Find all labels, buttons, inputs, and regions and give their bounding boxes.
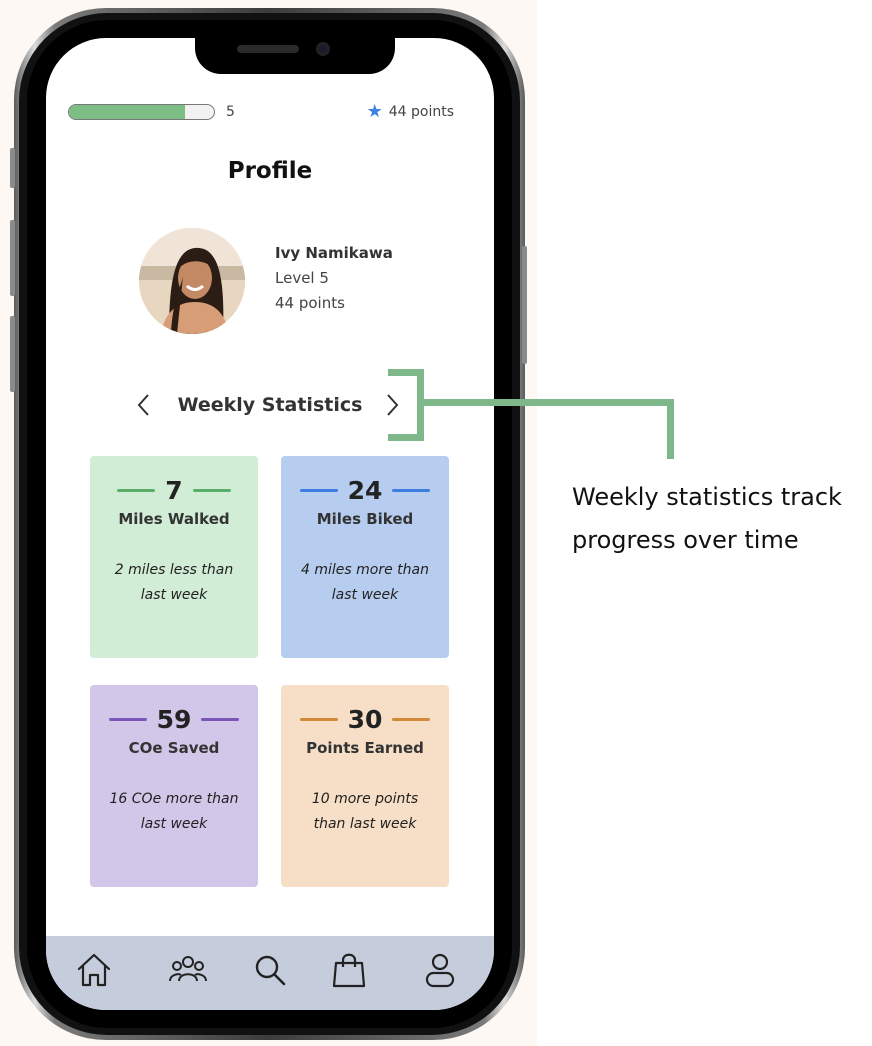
stat-label: COe Saved [128, 739, 220, 757]
home-icon[interactable] [74, 950, 114, 990]
stat-value-row: 24 [281, 476, 449, 505]
accent-rule [192, 489, 231, 492]
stat-value: 59 [156, 705, 192, 734]
level-progress-bar [68, 104, 215, 120]
next-week-chevron-icon[interactable] [382, 392, 402, 418]
annotation-connector [424, 399, 674, 406]
accent-rule [392, 489, 431, 492]
current-level: 5 [226, 104, 235, 120]
shopping-bag-icon[interactable] [329, 950, 369, 990]
accent-rule [299, 489, 338, 492]
volume-down-button [10, 316, 15, 392]
community-icon[interactable] [168, 950, 208, 990]
stat-value: 7 [165, 476, 183, 505]
annotation-connector-drop [667, 399, 674, 459]
stat-value-row: 59 [90, 705, 258, 734]
accent-rule [108, 718, 147, 721]
stat-value: 30 [347, 705, 383, 734]
phone-notch [195, 32, 395, 74]
stat-card-miles-walked: 7 Miles Walked 2 miles less than last we… [90, 456, 258, 658]
points-indicator-label: 44 points [388, 104, 454, 120]
stat-comparison: 2 miles less than last week [114, 562, 234, 603]
accent-rule [299, 718, 338, 721]
stat-comparison: 16 COe more than last week [109, 791, 239, 832]
stat-label: Points Earned [306, 739, 424, 757]
search-icon[interactable] [250, 950, 290, 990]
avatar-photo [139, 228, 245, 334]
accent-rule [201, 718, 240, 721]
stat-comparison: 4 miles more than last week [301, 562, 429, 603]
annotation-bracket-top [388, 369, 424, 376]
stat-value-row: 7 [90, 476, 258, 505]
mute-switch [10, 148, 15, 188]
stat-card-points-earned: 30 Points Earned 10 more points than las… [281, 685, 449, 887]
annotation-bracket-bottom [388, 434, 424, 441]
front-camera [316, 42, 330, 56]
stat-comparison: 10 more points than last week [311, 791, 419, 832]
annotation-text: Weekly statistics track progress over ti… [572, 483, 842, 554]
user-name: Ivy Namikawa [275, 244, 393, 262]
earpiece-speaker [237, 45, 299, 53]
annotation-bracket [417, 369, 424, 441]
power-button [522, 246, 527, 364]
level-progress-fill [69, 105, 185, 119]
accent-rule [392, 718, 431, 721]
user-points: 44 points [275, 294, 345, 312]
stat-card-miles-biked: 24 Miles Biked 4 miles more than last we… [281, 456, 449, 658]
user-level: Level 5 [275, 269, 329, 287]
phone-screen: 5 ★ 44 points Profile Ivy Namikawa Level… [46, 38, 494, 1010]
bottom-nav [46, 936, 494, 1010]
page-title: Profile [227, 158, 313, 184]
star-icon: ★ [366, 101, 383, 122]
stat-label: Miles Biked [316, 510, 414, 528]
accent-rule [117, 489, 156, 492]
stat-value-row: 30 [281, 705, 449, 734]
profile-icon[interactable] [420, 950, 460, 990]
stat-value: 24 [347, 476, 383, 505]
points-indicator: ★ 44 points [366, 101, 454, 122]
stat-card-coe-saved: 59 COe Saved 16 COe more than last week [90, 685, 258, 887]
stat-label: Miles Walked [118, 510, 230, 528]
avatar [139, 228, 245, 334]
volume-up-button [10, 220, 15, 296]
